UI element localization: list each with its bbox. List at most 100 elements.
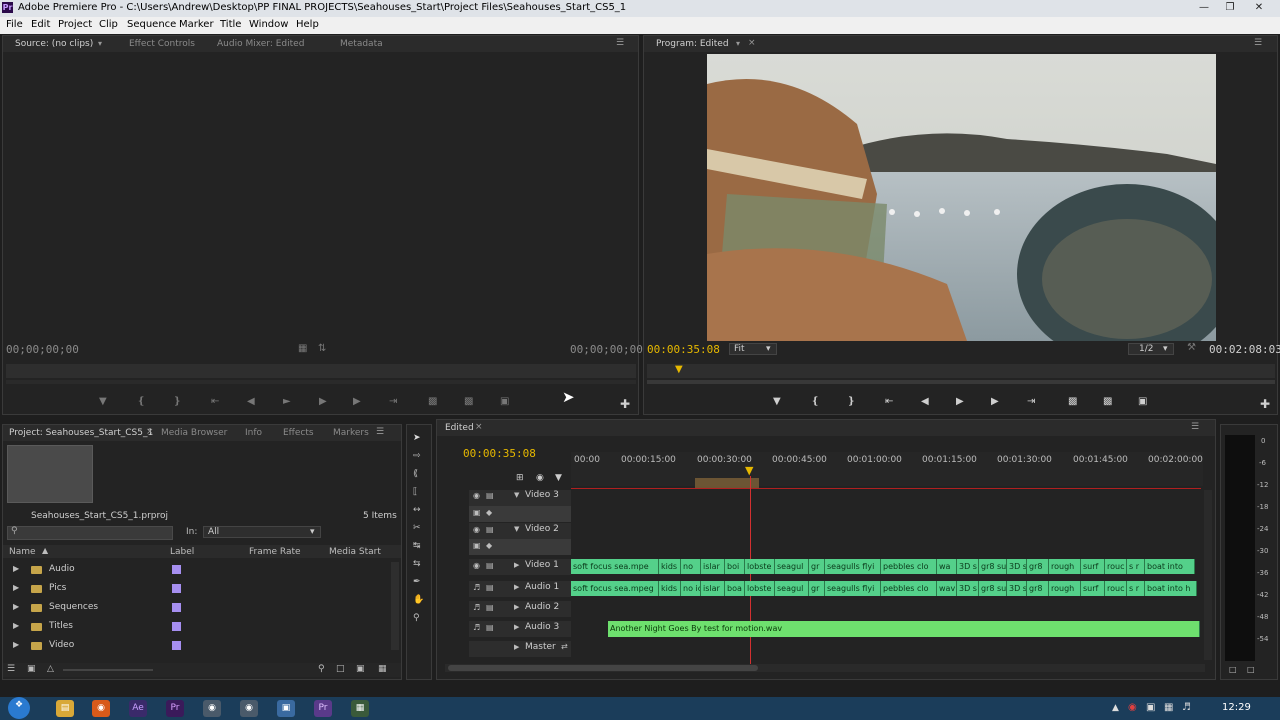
clip-seagulls-flyi[interactable]: seagulls flyi xyxy=(825,559,881,574)
lock-icon[interactable]: ▤ xyxy=(486,491,494,500)
timeline-timecode[interactable]: 00:00:35:08 xyxy=(463,447,536,460)
tab-markers[interactable]: Markers xyxy=(333,428,369,438)
clip-islar[interactable]: islar xyxy=(701,559,725,574)
project-scrollbar[interactable] xyxy=(391,562,399,650)
volume-icon[interactable]: ♬ xyxy=(1182,702,1191,713)
chevron-down-icon[interactable]: ▾ xyxy=(98,39,102,48)
go-to-out-icon[interactable]: ⇥ xyxy=(389,396,397,407)
extract-icon[interactable]: ▩ xyxy=(1103,396,1112,407)
after-effects-icon[interactable]: Ae xyxy=(129,700,147,717)
menu-title[interactable]: Title xyxy=(220,19,241,30)
speaker-icon[interactable]: ♬ xyxy=(473,583,480,592)
tab-project[interactable]: Project: Seahouses_Start_CS5_1 xyxy=(9,428,153,438)
diamond-icon[interactable]: ◆ xyxy=(486,541,492,550)
timeline-vertical-scrollbar[interactable] xyxy=(1204,490,1212,660)
clip-rough-audio[interactable]: rough xyxy=(1049,581,1081,596)
collapse-arrow-icon[interactable]: ▼ xyxy=(514,491,519,499)
track-header-video-2[interactable]: ◉ ▤ ▼ Video 2 xyxy=(469,523,571,539)
menu-edit[interactable]: Edit xyxy=(31,19,50,30)
expand-arrow-icon[interactable]: ▶ xyxy=(13,640,19,649)
expand-arrow-icon[interactable]: ▶ xyxy=(13,583,19,592)
tab-source[interactable]: Source: (no clips) xyxy=(15,39,93,49)
program-timecode-current[interactable]: 00:00:35:08 xyxy=(647,343,720,356)
column-name[interactable]: Name xyxy=(9,547,36,557)
clip-rouc[interactable]: rouc xyxy=(1105,559,1127,574)
clip-lobste-audio[interactable]: lobste xyxy=(745,581,775,596)
expand-arrow-icon[interactable]: ▶ xyxy=(514,583,519,591)
clip-pebbles-clo-audio[interactable]: pebbles clo xyxy=(881,581,937,596)
go-to-out-icon[interactable]: ⇥ xyxy=(1027,396,1035,407)
clip-3d-s-audio[interactable]: 3D s xyxy=(957,581,979,596)
new-item-icon[interactable]: ▣ xyxy=(356,664,365,674)
delete-icon[interactable]: ▦ xyxy=(378,664,387,674)
clip-surf[interactable]: surf xyxy=(1081,559,1105,574)
diamond-icon[interactable]: ◆ xyxy=(486,508,492,517)
expand-arrow-icon[interactable]: ▶ xyxy=(13,602,19,611)
solo-right-icon[interactable]: □ xyxy=(1247,665,1255,674)
tab-metadata[interactable]: Metadata xyxy=(340,39,383,49)
drag-video-icon[interactable]: ▦ xyxy=(298,343,307,354)
fit-dropdown[interactable]: Fit ▾ xyxy=(729,343,777,355)
clip-seagul-audio[interactable]: seagul xyxy=(775,581,809,596)
clip-gr8[interactable]: gr8 xyxy=(1027,559,1049,574)
lock-icon[interactable]: ▤ xyxy=(486,561,494,570)
menu-marker[interactable]: Marker xyxy=(179,19,214,30)
list-view-icon[interactable]: ☰ xyxy=(7,664,15,674)
source-zoom-bar[interactable] xyxy=(6,380,636,384)
explorer-icon[interactable]: ▤ xyxy=(56,700,74,717)
track-header-audio-3[interactable]: ♬ ▤ ▶ Audio 3 xyxy=(469,621,571,637)
lock-icon[interactable]: ▤ xyxy=(486,603,494,612)
speaker-icon[interactable]: ♬ xyxy=(473,623,480,632)
clip-gr8-su[interactable]: gr8 su xyxy=(979,559,1007,574)
clip-rough[interactable]: rough xyxy=(1049,559,1081,574)
mark-out-icon[interactable]: ❵ xyxy=(173,396,181,407)
source-time-ruler[interactable] xyxy=(6,364,636,378)
clip-islar-audio[interactable]: islar xyxy=(701,581,725,596)
timeline-scroll-thumb[interactable] xyxy=(448,665,758,671)
tab-info[interactable]: Info xyxy=(245,428,262,438)
start-button-icon[interactable]: ❖ xyxy=(8,697,30,719)
tab-audio-mixer[interactable]: Audio Mixer: Edited xyxy=(217,39,304,49)
clip-wa[interactable]: wa xyxy=(937,559,957,574)
clip-lobste[interactable]: lobste xyxy=(745,559,775,574)
menu-project[interactable]: Project xyxy=(58,19,92,30)
slip-tool-icon[interactable]: ↹ xyxy=(413,541,421,551)
close-tab-icon[interactable]: × xyxy=(748,38,756,48)
eye-icon[interactable]: ◉ xyxy=(473,525,480,534)
mark-in-icon[interactable]: ❴ xyxy=(811,396,819,407)
clip-no-ic-audio[interactable]: no ic xyxy=(681,581,701,596)
menu-window[interactable]: Window xyxy=(249,19,288,30)
lift-icon[interactable]: ▩ xyxy=(1068,396,1077,407)
speaker-icon[interactable]: ♬ xyxy=(473,603,480,612)
clip-boa-audio[interactable]: boa xyxy=(725,581,745,596)
step-back-icon[interactable]: ◀ xyxy=(247,396,255,407)
chevron-down-icon[interactable]: ▾ xyxy=(736,39,740,48)
track-header-audio-1[interactable]: ♬ ▤ ▶ Audio 1 xyxy=(469,581,571,597)
track-header-video-1[interactable]: ◉ ▤ ▶ Video 1 xyxy=(469,559,571,575)
pen-tool-icon[interactable]: ✒ xyxy=(413,577,421,587)
panel-menu-icon[interactable]: ☰ xyxy=(1254,38,1262,48)
play-icon[interactable]: ▶ xyxy=(956,396,964,407)
export-frame-icon[interactable]: ▣ xyxy=(500,396,509,407)
program-zoom-bar[interactable] xyxy=(647,380,1275,384)
new-bin-icon[interactable]: □ xyxy=(336,664,345,674)
lock-icon[interactable]: ▤ xyxy=(486,583,494,592)
clip-soft-focus-sea[interactable]: soft focus sea.mpe xyxy=(571,559,659,574)
collapse-arrow-icon[interactable]: ▼ xyxy=(514,525,519,533)
menu-file[interactable]: File xyxy=(6,19,23,30)
clip-gr8-su-audio[interactable]: gr8 su xyxy=(979,581,1007,596)
expand-arrow-icon[interactable]: ▶ xyxy=(514,561,519,569)
project-search-input[interactable]: ⚲ xyxy=(7,526,173,540)
mark-out-icon[interactable]: ❵ xyxy=(847,396,855,407)
clip-rouc-audio[interactable]: rouc xyxy=(1105,581,1127,596)
tab-media-browser[interactable]: Media Browser xyxy=(161,428,227,438)
ripple-edit-tool-icon[interactable]: ⟪ xyxy=(413,469,418,479)
mark-in-icon[interactable]: ❴ xyxy=(137,396,145,407)
encore-marker-icon[interactable]: ▼ xyxy=(555,473,562,483)
overwrite-icon[interactable]: ▩ xyxy=(464,396,473,407)
eye-icon[interactable]: ◉ xyxy=(473,561,480,570)
program-playhead-icon[interactable]: ▼ xyxy=(675,364,683,375)
column-frame-rate[interactable]: Frame Rate xyxy=(249,547,301,557)
insert-icon[interactable]: ▩ xyxy=(428,396,437,407)
drag-audio-icon[interactable]: ⇅ xyxy=(318,343,326,354)
